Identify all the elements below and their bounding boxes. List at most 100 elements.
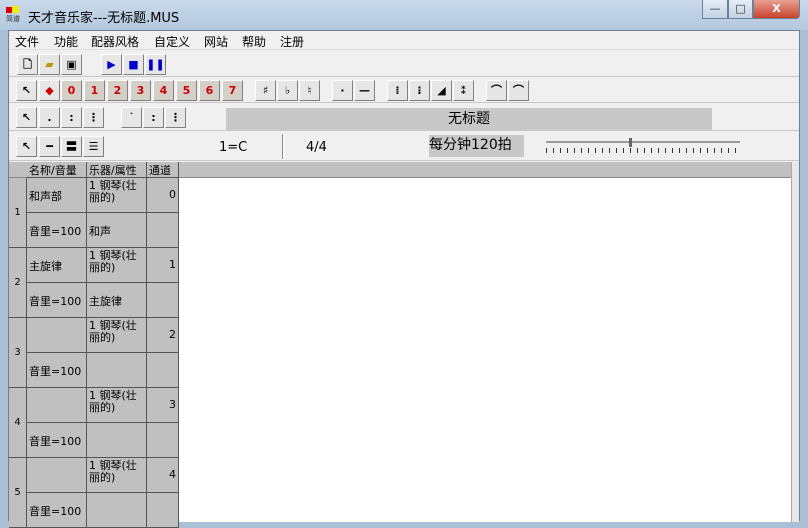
track-attribute[interactable] [87, 493, 147, 528]
grace-note-icon[interactable]: ⁞ [387, 80, 408, 101]
header-instrument: 乐器/属性 [87, 162, 147, 178]
menu-bar: 文件 功能 配器风格 自定义 网站 帮助 注册 [9, 31, 799, 50]
flat-button[interactable]: ♭ [277, 80, 298, 101]
track-number[interactable]: 4 [9, 388, 27, 458]
app-icon: 简谱 [6, 6, 24, 24]
crescendo-icon[interactable]: ◢ [431, 80, 452, 101]
octave-toolbar: ↖ . : ⋮ ˙ : ⋮ 无标题 [9, 104, 799, 131]
title-bar: 简谱 天才音乐家---无标题.MUS — □ X [0, 0, 808, 30]
minimize-button[interactable]: — [702, 0, 728, 19]
menu-orchestration[interactable]: 配器风格 [91, 33, 139, 50]
track-volume[interactable]: 音里=100 [27, 213, 87, 248]
tempo-slider[interactable] [546, 138, 740, 156]
note-2-button[interactable]: 2 [107, 80, 128, 101]
track-name[interactable]: 主旋律 [27, 248, 87, 283]
new-file-icon[interactable]: 🗋 [17, 54, 38, 75]
header-channel: 通道 [147, 162, 179, 178]
note-6-button[interactable]: 6 [199, 80, 220, 101]
tempo-display: 每分钟120拍 [429, 135, 524, 157]
save-icon[interactable]: ▣ [61, 54, 82, 75]
menu-custom[interactable]: 自定义 [154, 33, 190, 50]
menu-website[interactable]: 网站 [204, 33, 228, 50]
track-volume[interactable]: 音里=100 [27, 353, 87, 388]
track-instrument[interactable]: 1 钢琴(壮丽的) [87, 388, 147, 423]
track-name[interactable] [27, 388, 87, 423]
pointer-icon[interactable]: ↖ [16, 107, 37, 128]
underline-2-icon[interactable]: 〓 [61, 136, 82, 157]
dash-button[interactable]: — [354, 80, 375, 101]
pointer-icon[interactable]: ↖ [16, 80, 37, 101]
decoration-icon[interactable]: ⁑ [453, 80, 474, 101]
open-folder-icon[interactable]: ▰ [39, 54, 60, 75]
note-3-button[interactable]: 3 [130, 80, 151, 101]
track-attribute[interactable] [87, 353, 147, 388]
track-volume[interactable]: 音里=100 [27, 423, 87, 458]
track-channel[interactable]: 2 [147, 318, 179, 353]
track-number[interactable]: 3 [9, 318, 27, 388]
window-title: 天才音乐家---无标题.MUS [28, 11, 180, 26]
track-instrument[interactable]: 1 钢琴(壮丽的) [87, 318, 147, 353]
track-number[interactable]: 2 [9, 248, 27, 318]
ornament-icon[interactable]: ⁝ [409, 80, 430, 101]
note-0-button[interactable]: 0 [61, 80, 82, 101]
track-channel[interactable]: 4 [147, 458, 179, 493]
track-channel[interactable]: 1 [147, 248, 179, 283]
track-attribute[interactable] [87, 423, 147, 458]
note-1-button[interactable]: 1 [84, 80, 105, 101]
track-instrument[interactable]: 1 钢琴(壮丽的) [87, 458, 147, 493]
dot-button[interactable]: · [332, 80, 353, 101]
close-button[interactable]: X [753, 0, 800, 19]
pause-icon[interactable]: ❚❚ [145, 54, 166, 75]
fermata-icon[interactable]: ⌒ [486, 80, 507, 101]
underline-3-icon[interactable]: ☰ [83, 136, 104, 157]
low-octave-3-icon[interactable]: ⋮ [83, 107, 104, 128]
note-5-button[interactable]: 5 [176, 80, 197, 101]
score-title-field[interactable]: 无标题 [226, 108, 712, 130]
track-channel[interactable]: 3 [147, 388, 179, 423]
track-channel[interactable]: 0 [147, 178, 179, 213]
track-instrument[interactable]: 1 钢琴(壮丽的) [87, 178, 147, 213]
track-number[interactable]: 5 [9, 458, 27, 528]
menu-function[interactable]: 功能 [54, 33, 78, 50]
track-grid: 名称/音量 乐器/属性 通道 1 和声部 音里=100 1 钢琴(壮丽的) 和声… [9, 162, 799, 528]
track-instrument[interactable]: 1 钢琴(壮丽的) [87, 248, 147, 283]
key-signature[interactable]: 1=C [219, 140, 247, 155]
menu-register[interactable]: 注册 [280, 33, 304, 50]
file-toolbar: 🗋 ▰ ▣ ▶ ■ ❚❚ [9, 52, 799, 77]
track-name[interactable] [27, 458, 87, 493]
maximize-button[interactable]: □ [728, 0, 753, 19]
eraser-icon[interactable]: ◆ [39, 80, 60, 101]
pointer-icon[interactable]: ↖ [16, 136, 37, 157]
note-toolbar: ↖ ◆ 0 1 2 3 4 5 6 7 ♯ ♭ ♮ · — ⁞ ⁝ ◢ ⁑ ⌒ … [9, 78, 799, 103]
track-attribute[interactable]: 主旋律 [87, 283, 147, 318]
header-name-volume: 名称/音量 [27, 162, 87, 178]
menu-help[interactable]: 帮助 [242, 33, 266, 50]
track-volume[interactable]: 音里=100 [27, 283, 87, 318]
underline-1-icon[interactable]: ━ [39, 136, 60, 157]
time-signature[interactable]: 4/4 [306, 140, 327, 155]
track-channel-empty [147, 493, 179, 528]
play-icon[interactable]: ▶ [101, 54, 122, 75]
track-name[interactable]: 和声部 [27, 178, 87, 213]
track-channel-empty [147, 283, 179, 318]
slur-icon[interactable]: ⌒ [508, 80, 529, 101]
vertical-scrollbar[interactable] [791, 162, 799, 522]
stop-icon[interactable]: ■ [123, 54, 144, 75]
high-octave-1-icon[interactable]: ˙ [121, 107, 142, 128]
duration-toolbar: ↖ ━ 〓 ☰ 1=C 4/4 每分钟120拍 [9, 132, 799, 161]
high-octave-3-icon[interactable]: ⋮ [165, 107, 186, 128]
high-octave-2-icon[interactable]: : [143, 107, 164, 128]
track-attribute[interactable]: 和声 [87, 213, 147, 248]
track-name[interactable] [27, 318, 87, 353]
menu-file[interactable]: 文件 [15, 33, 39, 50]
sharp-button[interactable]: ♯ [255, 80, 276, 101]
note-4-button[interactable]: 4 [153, 80, 174, 101]
low-octave-1-icon[interactable]: . [39, 107, 60, 128]
low-octave-2-icon[interactable]: : [61, 107, 82, 128]
track-number[interactable]: 1 [9, 178, 27, 248]
track-volume[interactable]: 音里=100 [27, 493, 87, 528]
track-channel-empty [147, 353, 179, 388]
client-area: 文件 功能 配器风格 自定义 网站 帮助 注册 🗋 ▰ ▣ ▶ ■ ❚❚ ↖ ◆… [8, 30, 800, 528]
natural-button[interactable]: ♮ [299, 80, 320, 101]
note-7-button[interactable]: 7 [222, 80, 243, 101]
